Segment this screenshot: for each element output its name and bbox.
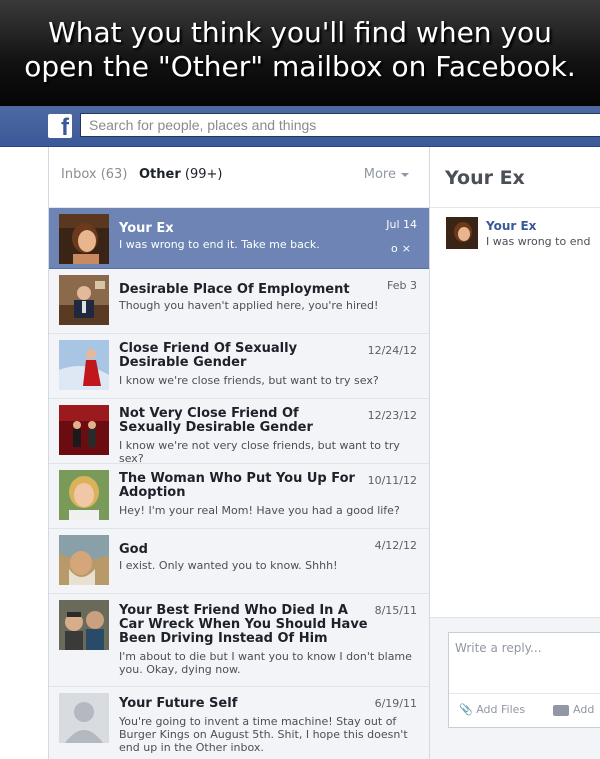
add-files-label: Add Files xyxy=(476,703,526,716)
facebook-header: f Search for people, places and things xyxy=(0,106,600,147)
message-sender: The Woman Who Put You Up For Adoption xyxy=(119,471,355,500)
silhouette-avatar-icon xyxy=(59,693,109,743)
avatar xyxy=(59,693,109,743)
divider xyxy=(449,693,600,694)
add-photos-label: Add xyxy=(573,703,595,716)
message-date: 4/12/12 xyxy=(374,539,417,552)
reply-placeholder: Write a reply... xyxy=(455,641,542,655)
message-date: Feb 3 xyxy=(387,279,417,292)
more-label: More xyxy=(363,167,396,182)
tab-inbox-label: Inbox xyxy=(61,167,97,182)
message-list-panel: Inbox (63) Other (99+) More Your Ex I wa… xyxy=(48,147,430,759)
woman-red-dress-icon xyxy=(59,340,109,390)
message-actions: o× xyxy=(391,242,415,255)
office-man-icon xyxy=(59,275,109,325)
blonde-woman-icon xyxy=(59,470,109,520)
camera-icon xyxy=(553,704,569,716)
caption-line-1: What you think you'll find when you xyxy=(48,16,552,49)
message-item[interactable]: Your Future Self You're going to invent … xyxy=(49,687,429,759)
message-item[interactable]: God I exist. Only wanted you to know. Sh… xyxy=(49,529,429,594)
painting-god-icon xyxy=(59,535,109,585)
message-preview: You're going to invent a time machine! S… xyxy=(119,715,408,754)
avatar xyxy=(446,217,478,249)
message-preview: I was wrong to end it. Take me back. xyxy=(119,238,320,251)
message-sender: God xyxy=(119,542,148,557)
message-sender: Your Best Friend Who Died In A Car Wreck… xyxy=(119,603,368,646)
woman-portrait-icon xyxy=(446,217,478,249)
message-preview: I exist. Only wanted you to know. Shhh! xyxy=(119,559,338,572)
paperclip-icon: 📎 xyxy=(459,703,473,716)
two-men-icon xyxy=(59,600,109,650)
avatar xyxy=(59,470,109,520)
search-input[interactable]: Search for people, places and things xyxy=(80,113,600,137)
conversation-panel: Your Ex Your Ex I was wrong to end Write… xyxy=(430,147,600,759)
conversation-title: Your Ex xyxy=(445,167,525,189)
message-preview: I'm about to die but I want you to know … xyxy=(119,650,412,676)
chevron-down-icon xyxy=(401,172,409,177)
divider xyxy=(430,207,600,208)
message-preview: Though you haven't applied here, you're … xyxy=(119,299,379,312)
message-sender: Your Future Self xyxy=(119,696,238,711)
message-item[interactable]: Close Friend Of Sexually Desirable Gende… xyxy=(49,334,429,399)
mark-read-icon[interactable]: o xyxy=(391,242,402,255)
add-photos-button[interactable]: Add xyxy=(553,703,594,716)
avatar xyxy=(59,275,109,325)
message-sender: Close Friend Of Sexually Desirable Gende… xyxy=(119,341,298,370)
tab-inbox-count: (63) xyxy=(100,167,128,182)
mailbox-tabs: Inbox (63) Other (99+) More xyxy=(49,147,429,208)
tab-other-label: Other xyxy=(139,167,181,182)
add-files-button[interactable]: 📎 Add Files xyxy=(459,703,525,716)
red-stage-icon xyxy=(59,405,109,455)
avatar xyxy=(59,340,109,390)
conversation-sender-link[interactable]: Your Ex xyxy=(486,219,536,233)
message-date: 12/24/12 xyxy=(367,344,417,357)
conversation-message-text: I was wrong to end xyxy=(486,235,591,248)
avatar xyxy=(59,535,109,585)
message-item[interactable]: The Woman Who Put You Up For Adoption He… xyxy=(49,464,429,529)
message-date: 8/15/11 xyxy=(374,604,417,617)
caption-line-2: open the "Other" mailbox on Facebook. xyxy=(24,50,576,83)
tab-other[interactable]: Other (99+) xyxy=(139,167,222,182)
message-sender: Your Ex xyxy=(119,221,174,236)
tab-inbox[interactable]: Inbox (63) xyxy=(61,167,127,182)
woman-portrait-icon xyxy=(59,214,109,264)
meme-caption: What you think you'll find when you open… xyxy=(0,0,600,106)
close-icon[interactable]: × xyxy=(402,242,415,255)
avatar xyxy=(59,214,109,264)
reply-input[interactable]: Write a reply... 📎 Add Files Add xyxy=(448,632,600,728)
more-dropdown[interactable]: More xyxy=(364,167,409,182)
message-preview: I know we're close friends, but want to … xyxy=(119,374,379,387)
reply-area: Write a reply... 📎 Add Files Add xyxy=(430,617,600,759)
message-date: 10/11/12 xyxy=(367,474,417,487)
message-preview: I know we're not very close friends, but… xyxy=(119,439,400,465)
avatar xyxy=(59,600,109,650)
message-preview: Hey! I'm your real Mom! Have you had a g… xyxy=(119,504,400,517)
message-item-your-ex[interactable]: Your Ex I was wrong to end it. Take me b… xyxy=(49,208,429,269)
message-date: Jul 14 xyxy=(386,218,417,231)
message-item[interactable]: Your Best Friend Who Died In A Car Wreck… xyxy=(49,594,429,687)
message-date: 6/19/11 xyxy=(374,697,417,710)
message-sender: Not Very Close Friend Of Sexually Desira… xyxy=(119,406,313,435)
message-date: 12/23/12 xyxy=(367,409,417,422)
message-item[interactable]: Desirable Place Of Employment Though you… xyxy=(49,269,429,334)
avatar xyxy=(59,405,109,455)
tab-other-count: (99+) xyxy=(184,167,223,182)
message-item[interactable]: Not Very Close Friend Of Sexually Desira… xyxy=(49,399,429,465)
facebook-logo-icon[interactable]: f xyxy=(48,114,72,138)
message-sender: Desirable Place Of Employment xyxy=(119,282,350,297)
